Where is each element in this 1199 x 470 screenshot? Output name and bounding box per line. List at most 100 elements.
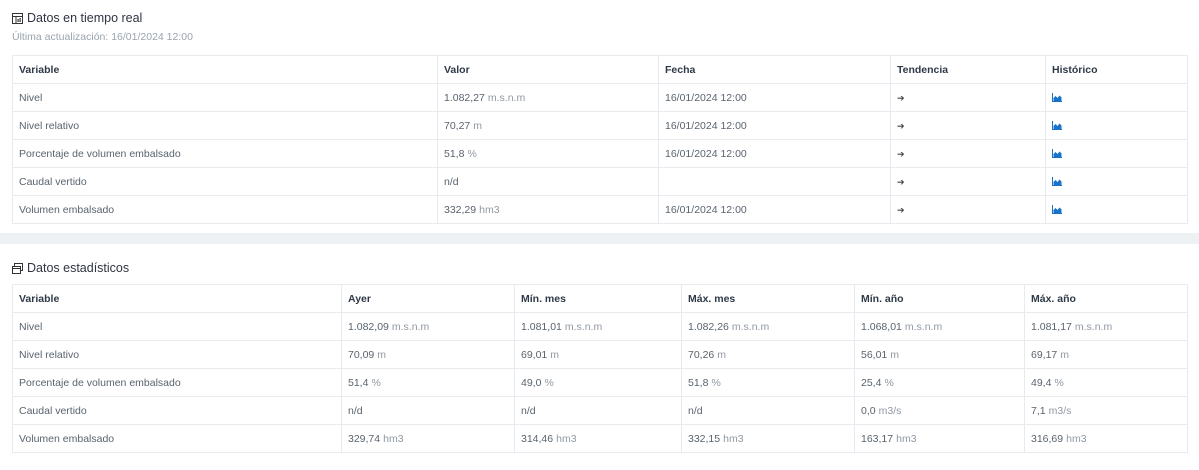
unit-text: m [717, 348, 727, 361]
stats-window-icon [12, 262, 23, 274]
col-header-fecha: Fecha [658, 55, 891, 84]
table-row: Nivel 1.082,09 m.s.n.m 1.081,01 m.s.n.m 1.082… [12, 312, 1188, 341]
stat-cell: 329,74 hm3 [341, 424, 515, 453]
stat-cell: 1.068,01 m.s.n.m [854, 312, 1025, 341]
stat-cell: 1.082,26 m.s.n.m [681, 312, 855, 341]
value-text: 1.081,17 [1031, 320, 1072, 333]
col-header-historico: Histórico [1045, 55, 1188, 84]
value-text: 163,17 [861, 432, 894, 445]
stat-cell: 70,09 m [341, 340, 515, 369]
history-cell [1045, 111, 1188, 140]
value-text: 56,01 [861, 348, 888, 361]
value-text: 51,8 [688, 376, 709, 389]
col-header-valor: Valor [437, 55, 659, 84]
value-text: n/d [521, 404, 536, 417]
value-text: n/d [688, 404, 703, 417]
variable-cell: Nivel relativo [12, 340, 342, 369]
unit-text: m3/s [878, 404, 902, 417]
stat-cell: 51,4% [341, 368, 515, 397]
stat-cell: n/d [514, 396, 682, 425]
stats-card: Datos estadísticos Variable Ayer Mín. me… [0, 244, 1199, 470]
stat-cell: 1.081,17 m.s.n.m [1024, 312, 1188, 341]
history-cell [1045, 167, 1188, 196]
table-row: Caudal vertido n/d ➔ [12, 167, 1188, 196]
stat-cell: 70,26 m [681, 340, 855, 369]
table-row: Porcentaje de volumen embalsado 51,4% 49,0… [12, 368, 1188, 397]
value-text: 69,17 [1031, 348, 1058, 361]
value-text: 7,1 [1031, 404, 1046, 417]
stats-table: Variable Ayer Mín. mes Máx. mes Mín. año… [12, 284, 1188, 453]
stat-cell: 1.081,01 m.s.n.m [514, 312, 682, 341]
trend-cell: ➔ [890, 195, 1046, 224]
value-text: 329,74 [348, 432, 381, 445]
col-header-ayer: Ayer [341, 284, 515, 313]
stat-cell: 51,8% [681, 368, 855, 397]
value-text: 332,15 [688, 432, 721, 445]
area-chart-icon[interactable] [1052, 121, 1062, 131]
stat-cell: 7,1 m3/s [1024, 396, 1188, 425]
stat-cell: 69,01 m [514, 340, 682, 369]
value-text: 70,26 [688, 348, 715, 361]
arrow-right-icon: ➔ [897, 148, 905, 159]
realtime-card: Datos en tiempo real Última actualizació… [0, 0, 1199, 233]
value-text: 1.082,09 [348, 320, 389, 333]
table-row: Nivel relativo 70,09 m 69,01 m 70,26 m 56,01 m 69… [12, 340, 1188, 369]
unit-text: m.s.n.m [487, 91, 526, 104]
arrow-right-icon: ➔ [897, 204, 905, 215]
unit-text: m [473, 119, 483, 132]
stats-header: Datos estadísticos [12, 261, 129, 275]
value-text: n/d [348, 404, 363, 417]
realtime-title: Datos en tiempo real [27, 11, 143, 25]
value-cell: 332,29 hm3 [437, 195, 659, 224]
stat-cell: 25,4% [854, 368, 1025, 397]
value-text: 51,4 [348, 376, 369, 389]
value-text: 1.082,26 [688, 320, 729, 333]
unit-text: hm3 [1066, 432, 1087, 445]
area-chart-icon[interactable] [1052, 177, 1062, 187]
history-cell [1045, 195, 1188, 224]
stats-title: Datos estadísticos [27, 261, 130, 275]
col-header-variable: Variable [12, 284, 342, 313]
date-cell [658, 167, 891, 196]
value-cell: 70,27 m [437, 111, 659, 140]
realtime-table: Variable Valor Fecha Tendencia Histórico… [12, 55, 1188, 224]
stat-cell: n/d [681, 396, 855, 425]
table-row: Nivel 1.082,27 m.s.n.m 16/01/2024 12:00 ➔ [12, 83, 1188, 112]
variable-cell: Volumen embalsado [12, 195, 438, 224]
history-cell [1045, 139, 1188, 168]
area-chart-icon[interactable] [1052, 149, 1062, 159]
value-text: 70,27 [444, 119, 471, 132]
col-header-max-ano: Máx. año [1024, 284, 1188, 313]
date-cell: 16/01/2024 12:00 [658, 83, 891, 112]
value-cell: 51,8% [437, 139, 659, 168]
unit-text: hm3 [383, 432, 404, 445]
value-text: 25,4 [861, 376, 882, 389]
arrow-right-icon: ➔ [897, 176, 905, 187]
col-header-max-mes: Máx. mes [681, 284, 855, 313]
trend-cell: ➔ [890, 111, 1046, 140]
area-chart-icon[interactable] [1052, 93, 1062, 103]
date-cell: 16/01/2024 12:00 [658, 195, 891, 224]
date-cell: 16/01/2024 12:00 [658, 139, 891, 168]
value-text: n/d [444, 175, 459, 188]
table-row: Caudal vertido n/d n/d n/d 0,0 m3/s 7,1 m3/s [12, 396, 1188, 425]
unit-text: % [711, 376, 721, 389]
unit-text: m.s.n.m [731, 320, 770, 333]
unit-text: m3/s [1048, 404, 1072, 417]
area-chart-icon[interactable] [1052, 205, 1062, 215]
stat-cell: 332,15 hm3 [681, 424, 855, 453]
variable-cell: Caudal vertido [12, 167, 438, 196]
table-row: Porcentaje de volumen embalsado 51,8% 16/0… [12, 139, 1188, 168]
value-text: 1.082,27 [444, 91, 485, 104]
table-row: Nivel relativo 70,27 m 16/01/2024 12:00 ➔ [12, 111, 1188, 140]
last-update-text: Última actualización: 16/01/2024 12:00 [12, 31, 193, 43]
realtime-header-row: Variable Valor Fecha Tendencia Histórico [12, 55, 1188, 84]
stat-cell: 49,4% [1024, 368, 1188, 397]
date-cell: 16/01/2024 12:00 [658, 111, 891, 140]
value-text: 70,09 [348, 348, 375, 361]
variable-cell: Caudal vertido [12, 396, 342, 425]
trend-cell: ➔ [890, 83, 1046, 112]
col-header-min-mes: Mín. mes [514, 284, 682, 313]
stat-cell: 163,17 hm3 [854, 424, 1025, 453]
unit-text: % [544, 376, 554, 389]
